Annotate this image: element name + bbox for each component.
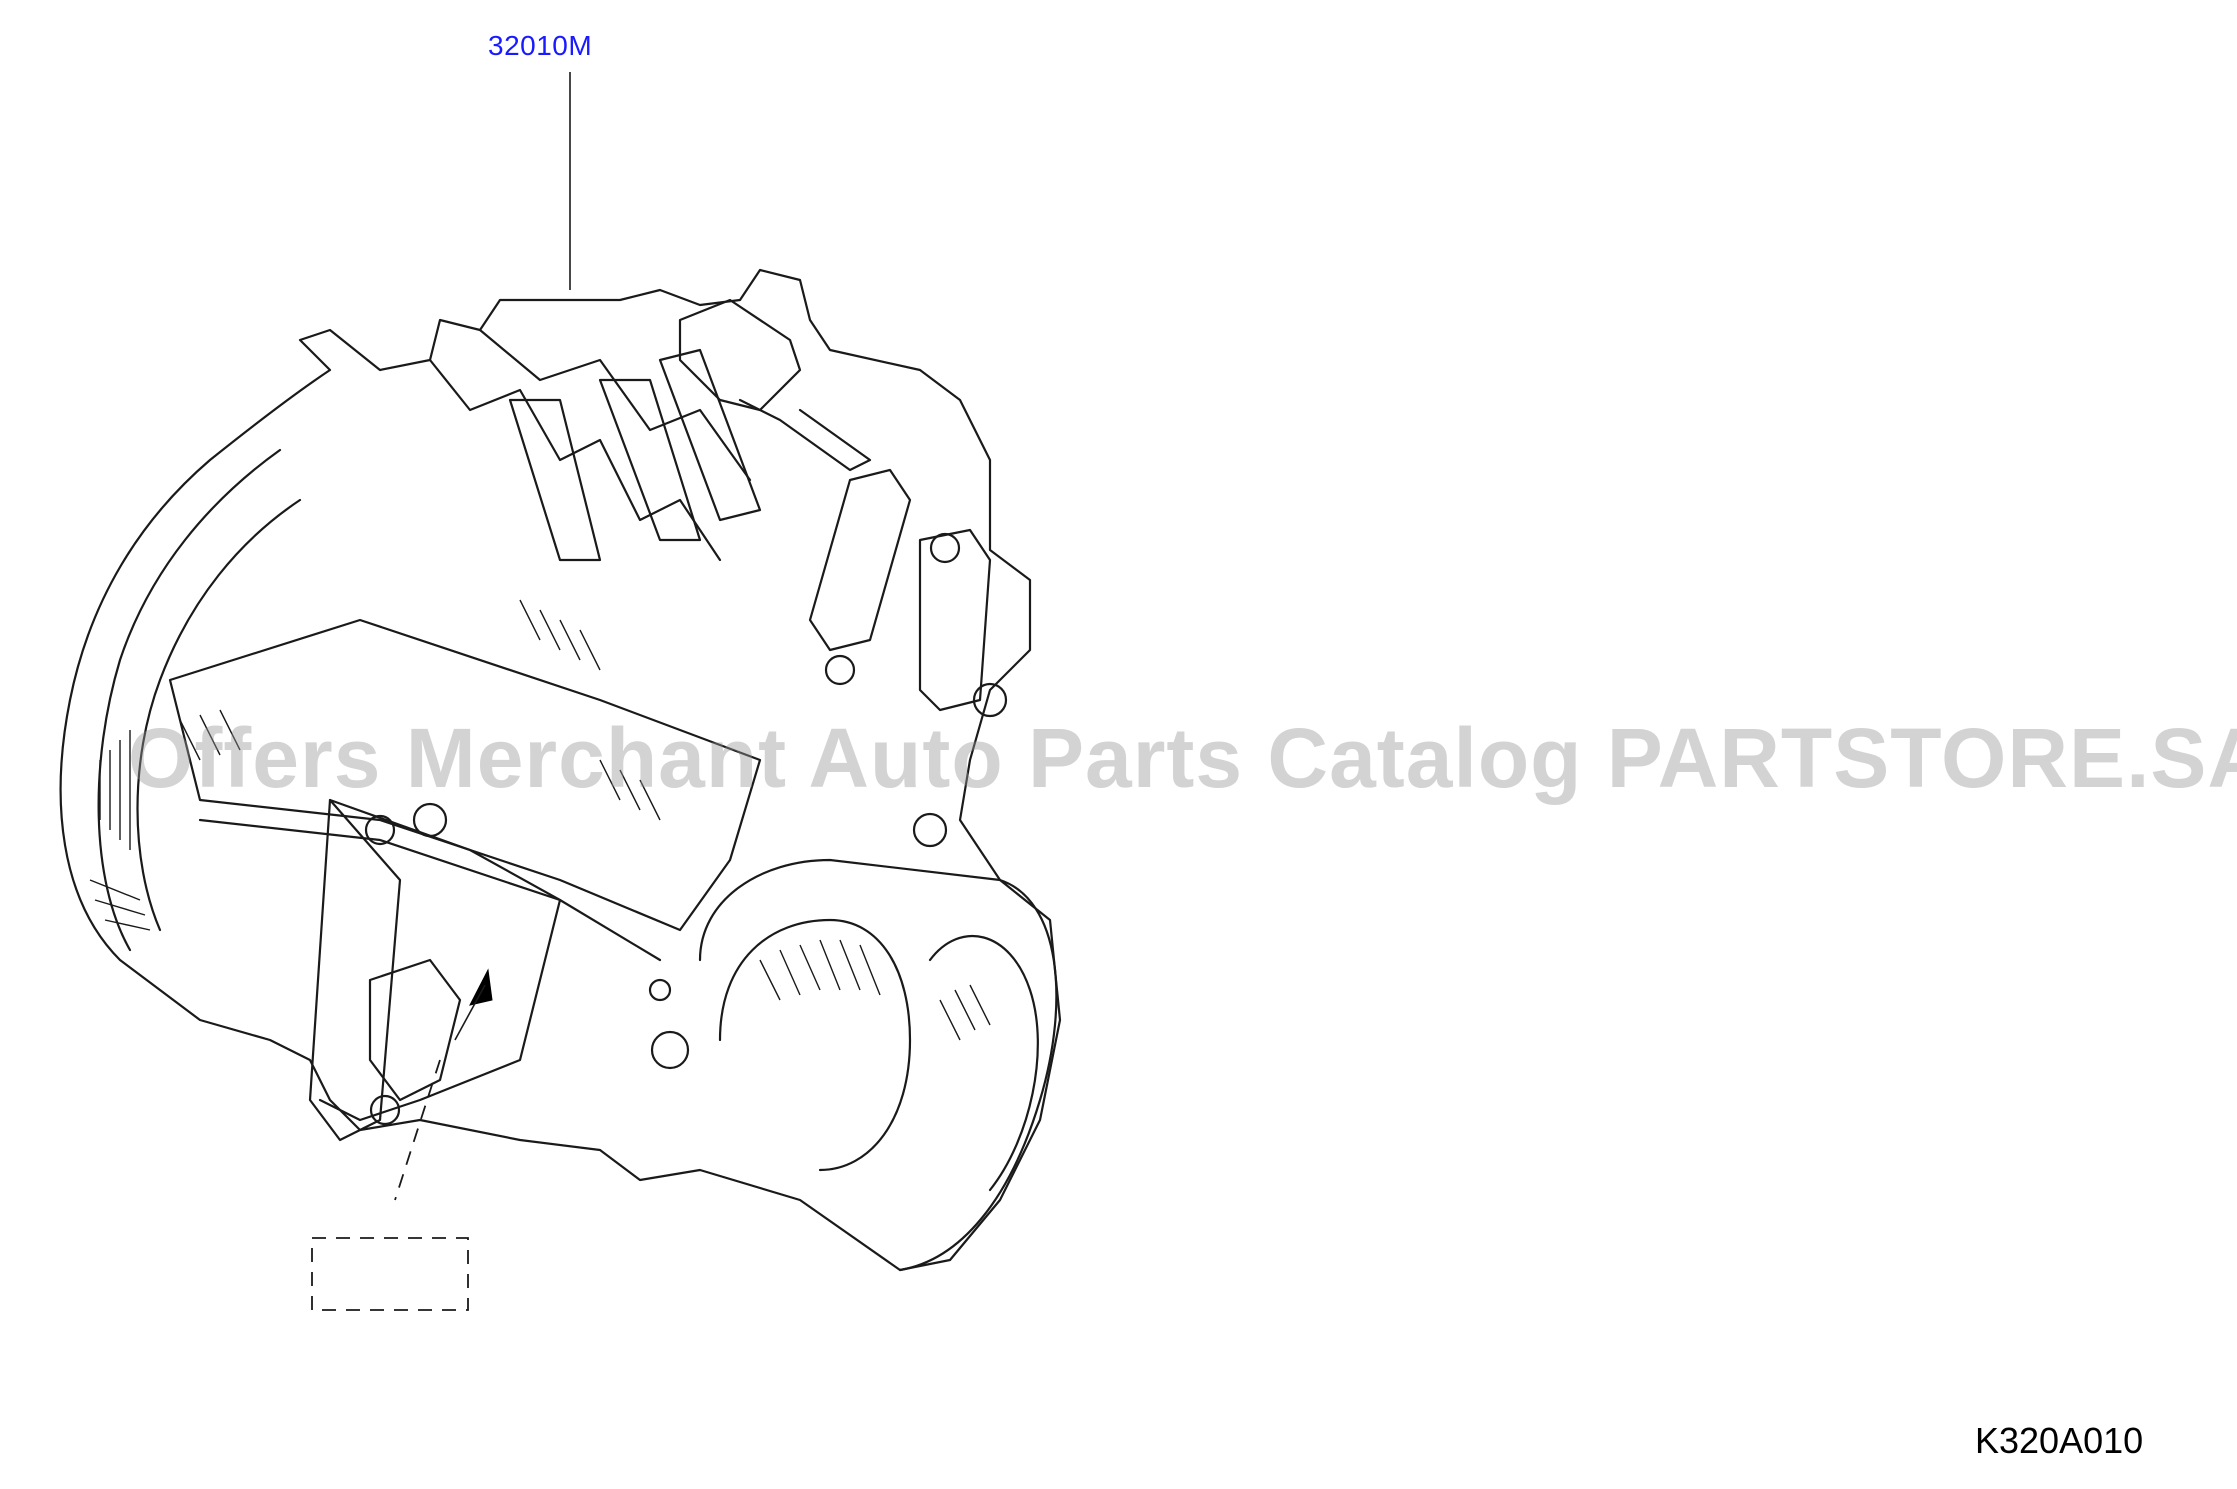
parts-diagram: 32010M Offers Merchant Auto Parts Catalo… <box>0 0 2237 1484</box>
dashed-pointer <box>394 1059 441 1201</box>
placeholder-part-box[interactable] <box>311 1237 469 1311</box>
illustration-code: K320A010 <box>1975 1420 2144 1461</box>
part-reference-link[interactable]: 32010M <box>488 30 592 62</box>
watermark-text: Offers Merchant Auto Parts Catalog PARTS… <box>128 711 2237 805</box>
